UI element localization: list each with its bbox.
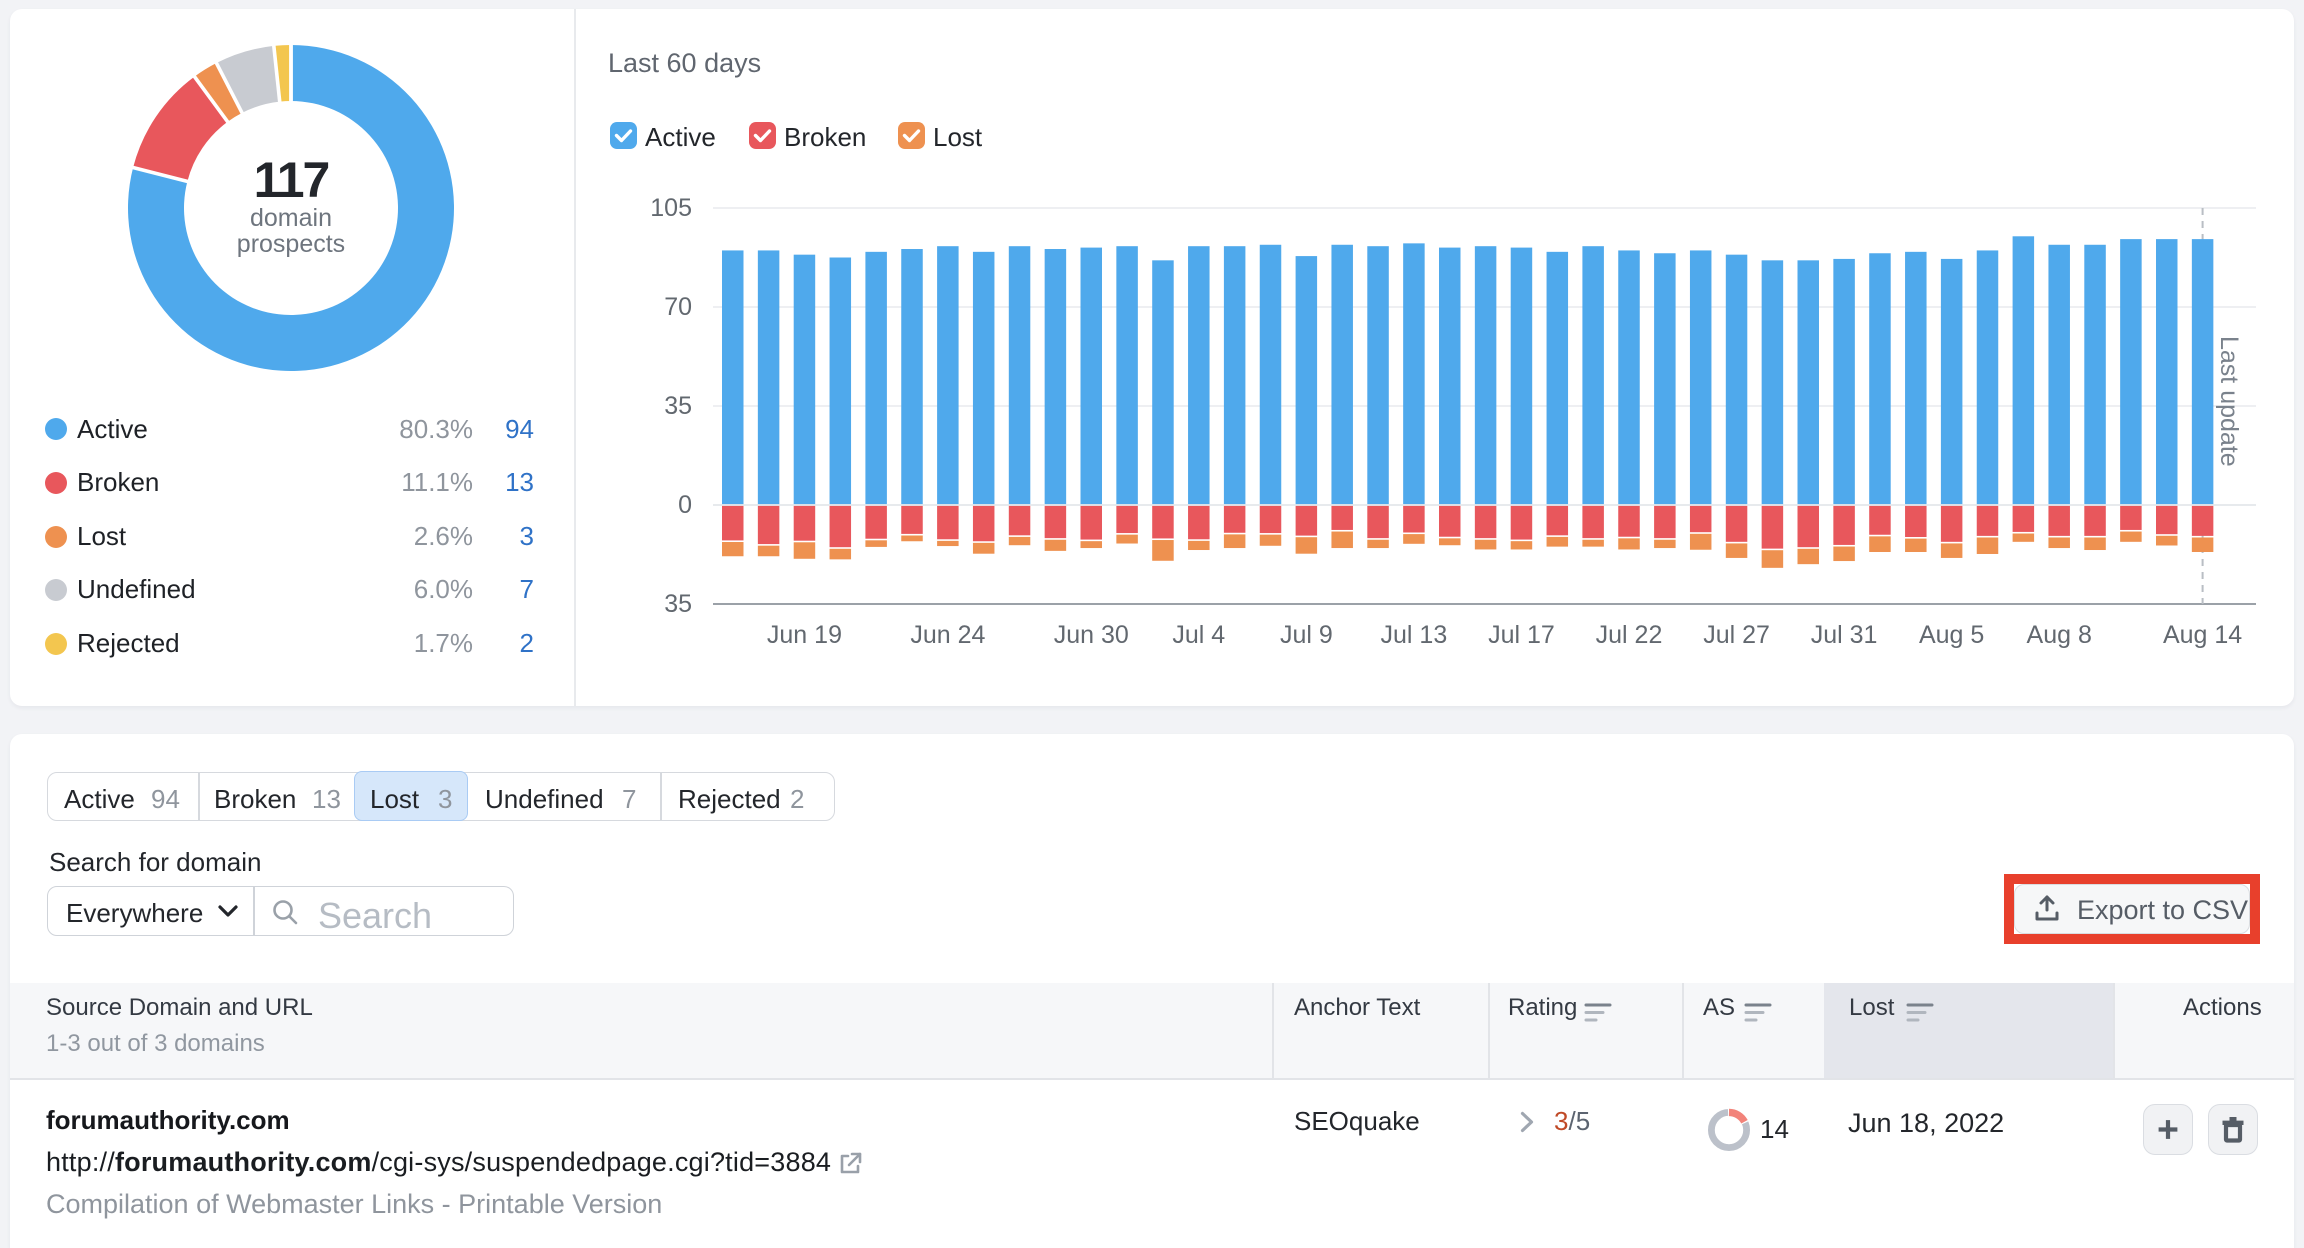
svg-text:Jun 19: Jun 19 <box>767 621 842 649</box>
svg-text:Jul 22: Jul 22 <box>1596 621 1663 649</box>
svg-text:Aug 14: Aug 14 <box>2163 621 2242 649</box>
svg-text:35: 35 <box>664 392 692 420</box>
svg-text:Jul 17: Jul 17 <box>1488 621 1555 649</box>
svg-text:Jul 9: Jul 9 <box>1280 621 1333 649</box>
svg-text:Jun 30: Jun 30 <box>1054 621 1129 649</box>
svg-text:Aug 8: Aug 8 <box>2027 621 2092 649</box>
svg-text:70: 70 <box>664 293 692 321</box>
svg-text:Jul 31: Jul 31 <box>1811 621 1878 649</box>
svg-text:35: 35 <box>664 590 692 618</box>
svg-text:Jul 4: Jul 4 <box>1172 621 1225 649</box>
svg-text:0: 0 <box>678 491 692 519</box>
svg-text:Jun 24: Jun 24 <box>910 621 985 649</box>
svg-text:Aug 5: Aug 5 <box>1919 621 1984 649</box>
svg-text:105: 105 <box>650 194 692 222</box>
svg-text:Jul 13: Jul 13 <box>1381 621 1448 649</box>
svg-text:Last update: Last update <box>2215 336 2243 467</box>
svg-text:Jul 27: Jul 27 <box>1703 621 1770 649</box>
